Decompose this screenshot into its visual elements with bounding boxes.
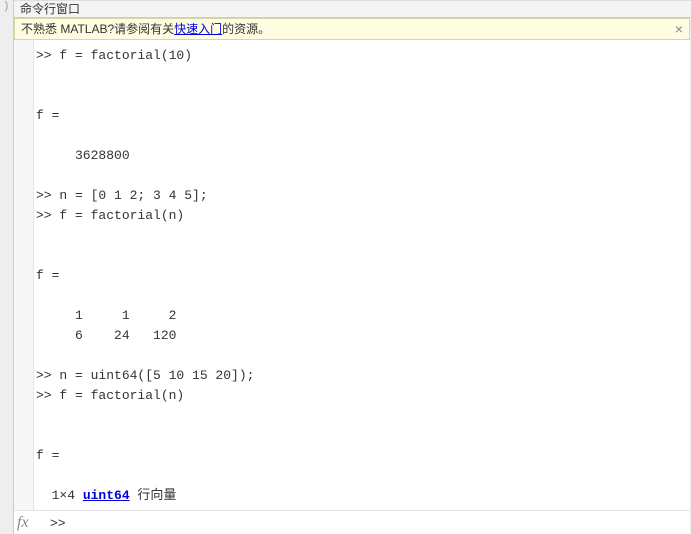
command-prompt[interactable]: >> (50, 516, 66, 531)
output-line: >> f = factorial(n) (36, 386, 687, 406)
window-title-bar: 命令行窗口 (14, 0, 691, 18)
uint64-link[interactable]: uint64 (83, 488, 130, 503)
window-title: 命令行窗口 (20, 2, 80, 16)
output-line: >> n = uint64([5 10 15 20]); (36, 366, 687, 386)
output-line (36, 406, 687, 426)
output-line: 3628800 (36, 146, 687, 166)
output-line: >> f = factorial(10) (36, 46, 687, 66)
output-line (36, 466, 687, 486)
output-line: 6 24 120 (36, 326, 687, 346)
output-line: 1 1 2 (36, 306, 687, 326)
command-output[interactable]: >> f = factorial(10) f = 3628800 >> n = … (36, 46, 687, 508)
output-line: 1×4 uint64 行向量 (36, 486, 687, 506)
output-line (36, 86, 687, 106)
output-line (36, 426, 687, 446)
prompt-row: fx >> (14, 510, 690, 534)
banner-suffix: 的资源。 (222, 22, 270, 36)
banner-prefix: 不熟悉 MATLAB?请参阅有关 (21, 22, 174, 36)
output-line (36, 506, 687, 508)
left-gutter: ) (0, 0, 14, 534)
close-icon[interactable]: × (675, 19, 683, 39)
fx-icon[interactable]: fx (17, 514, 29, 532)
output-line: f = (36, 106, 687, 126)
output-line: f = (36, 446, 687, 466)
console-gutter (14, 40, 34, 534)
output-line (36, 226, 687, 246)
quickstart-link[interactable]: 快速入门 (174, 22, 222, 36)
output-line (36, 246, 687, 266)
output-line: >> n = [0 1 2; 3 4 5]; (36, 186, 687, 206)
paren-icon: ) (1, 1, 12, 12)
output-line (36, 166, 687, 186)
output-line (36, 126, 687, 146)
output-line: f = (36, 266, 687, 286)
output-line (36, 346, 687, 366)
output-line (36, 66, 687, 86)
getting-started-banner: 不熟悉 MATLAB?请参阅有关快速入门的资源。 × (14, 18, 690, 40)
output-line: >> f = factorial(n) (36, 206, 687, 226)
output-line (36, 286, 687, 306)
